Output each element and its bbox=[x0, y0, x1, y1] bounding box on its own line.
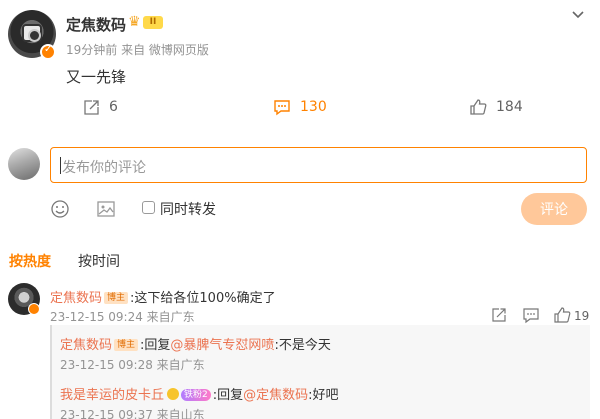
reply-author[interactable]: 我是幸运的皮卡丘 bbox=[60, 388, 164, 403]
repost-button[interactable]: 6 bbox=[83, 97, 118, 117]
chevron-down-icon[interactable] bbox=[571, 10, 585, 20]
image-icon[interactable] bbox=[96, 199, 116, 219]
host-badge: 博主 bbox=[104, 292, 129, 304]
comment-content: 定焦数码 博主:这下给各位100%确定了 bbox=[50, 287, 276, 306]
repost-checkbox[interactable] bbox=[142, 201, 155, 214]
reply-text: :不是今天 bbox=[274, 338, 331, 353]
comment-count: 130 bbox=[300, 99, 327, 115]
verified-badge-icon bbox=[28, 303, 40, 315]
post-meta: 19分钟前 来自 微博网页版 bbox=[66, 41, 209, 58]
reply-prefix: :回复 bbox=[212, 388, 244, 403]
thumbs-up-icon bbox=[470, 99, 487, 115]
comment-button[interactable]: 130 bbox=[273, 97, 327, 117]
emoji-icon[interactable] bbox=[50, 199, 70, 219]
post-author-name[interactable]: 定焦数码 bbox=[66, 14, 126, 35]
text-caret bbox=[60, 157, 61, 174]
post-source: 来自 微博网页版 bbox=[121, 43, 209, 57]
comment-input-placeholder: 发布你的评论 bbox=[62, 160, 146, 176]
submit-comment-button[interactable]: 评论 bbox=[521, 193, 587, 225]
reply-mention[interactable]: @定焦数码 bbox=[243, 388, 308, 403]
vip-level-badge[interactable]: II bbox=[143, 16, 163, 29]
comment-icon[interactable] bbox=[522, 306, 540, 324]
post-time[interactable]: 19分钟前 bbox=[66, 43, 117, 57]
verified-badge-icon bbox=[40, 44, 56, 60]
comment-like-count: 19 bbox=[574, 309, 590, 323]
repost-count: 6 bbox=[109, 99, 118, 115]
reply-text: :好吧 bbox=[308, 388, 339, 403]
repost-icon[interactable] bbox=[490, 306, 508, 324]
like-button[interactable]: 184 bbox=[469, 97, 523, 117]
comment-text: :这下给各位100%确定了 bbox=[130, 291, 276, 306]
camera-icon bbox=[22, 24, 42, 42]
comment-time: 23-12-15 09:24 来自广东 bbox=[50, 310, 195, 324]
reply-time: 23-12-15 09:28 来自广东 bbox=[60, 358, 205, 372]
comment-input[interactable]: 发布你的评论 bbox=[50, 147, 587, 183]
fan-badge: 铁粉2 bbox=[181, 389, 211, 401]
repost-checkbox-label[interactable]: 同时转发 bbox=[160, 199, 216, 219]
reply-content: 定焦数码 博主:回复@暴脾气专怼网喷:不是今天 bbox=[60, 334, 331, 353]
replies-block: 定焦数码 博主:回复@暴脾气专怼网喷:不是今天 23-12-15 09:28 来自… bbox=[50, 325, 590, 419]
reply-mention[interactable]: @暴脾气专怼网喷 bbox=[170, 338, 274, 353]
post-text: 又一先锋 bbox=[66, 68, 127, 86]
tab-sort-by-time[interactable]: 按时间 bbox=[78, 251, 120, 271]
repost-icon bbox=[84, 99, 99, 115]
verified-badge-icon bbox=[167, 388, 180, 400]
comment-author[interactable]: 定焦数码 bbox=[50, 291, 102, 306]
reply-author[interactable]: 定焦数码 bbox=[60, 338, 112, 353]
reply-time: 23-12-15 09:37 来自山东 bbox=[60, 408, 205, 419]
reply-content: 我是幸运的皮卡丘 铁粉2:回复@定焦数码:好吧 bbox=[60, 384, 339, 403]
reply-prefix: :回复 bbox=[140, 338, 171, 353]
thumbs-up-icon[interactable] bbox=[553, 306, 571, 324]
tab-sort-by-hot[interactable]: 按热度 bbox=[9, 251, 51, 271]
crown-icon: ♛ bbox=[128, 14, 141, 30]
like-count: 184 bbox=[496, 99, 523, 115]
comment-icon bbox=[274, 99, 290, 115]
current-user-avatar[interactable] bbox=[8, 148, 40, 180]
host-badge: 博主 bbox=[114, 339, 139, 351]
